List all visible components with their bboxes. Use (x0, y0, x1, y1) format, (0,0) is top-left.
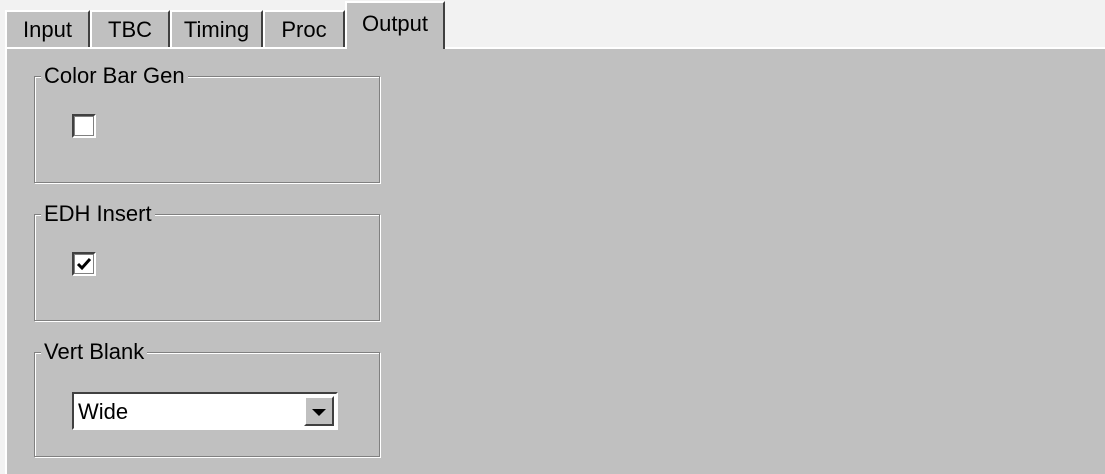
vert-blank-value: Wide (78, 399, 129, 424)
dropdown-button[interactable] (304, 396, 334, 426)
window: Input TBC Timing Proc Output Color Bar G… (0, 0, 1105, 474)
edh-insert-group: EDH Insert (34, 201, 380, 321)
vert-blank-dropdown[interactable]: Wide (72, 392, 338, 430)
tab-input-label: Input (23, 17, 72, 42)
checkmark-icon (76, 258, 92, 271)
tab-strip: Input TBC Timing Proc Output (0, 0, 1105, 49)
tab-timing-label: Timing (183, 17, 250, 42)
chevron-down-icon (312, 408, 326, 416)
vert-blank-group: Vert Blank Wide (34, 339, 380, 457)
tab-timing[interactable]: Timing (170, 10, 263, 48)
tab-output-label: Output (361, 11, 429, 36)
tab-tbc[interactable]: TBC (90, 10, 170, 48)
tab-output[interactable]: Output (345, 1, 445, 49)
tab-tbc-label: TBC (108, 17, 152, 42)
edh-insert-label: EDH Insert (41, 201, 155, 227)
tab-input[interactable]: Input (5, 10, 90, 48)
tab-proc[interactable]: Proc (263, 10, 345, 48)
output-tab-panel: Color Bar Gen EDH Insert Vert Blank Wide (5, 47, 1105, 474)
color-bar-gen-group: Color Bar Gen (34, 63, 380, 183)
color-bar-gen-label: Color Bar Gen (41, 63, 188, 89)
vert-blank-label: Vert Blank (41, 339, 148, 365)
edh-insert-checkbox[interactable] (72, 252, 96, 276)
color-bar-gen-checkbox[interactable] (72, 114, 96, 138)
tab-proc-label: Proc (281, 17, 327, 42)
